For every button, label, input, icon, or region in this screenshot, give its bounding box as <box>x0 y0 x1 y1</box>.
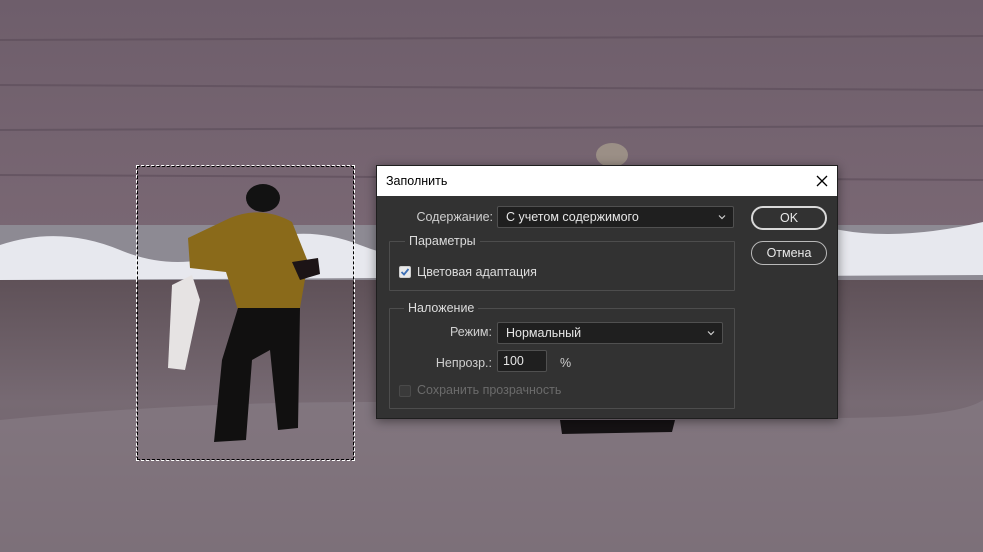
ok-button[interactable]: OK <box>751 206 827 230</box>
opacity-label: Непрозр.: <box>435 356 492 370</box>
content-label: Содержание: <box>416 210 493 224</box>
check-icon <box>400 268 410 276</box>
color-adaptation-checkbox[interactable] <box>399 266 411 278</box>
opacity-input[interactable]: 100 <box>497 350 547 372</box>
options-legend: Параметры <box>405 234 480 248</box>
preserve-transparency-label[interactable]: Сохранить прозрачность <box>417 383 561 397</box>
opacity-unit: % <box>560 356 572 370</box>
mode-select[interactable]: Нормальный <box>497 322 723 344</box>
preserve-transparency-checkbox[interactable] <box>399 385 411 397</box>
mode-select-value: Нормальный <box>506 326 582 340</box>
chevron-down-icon <box>718 215 726 220</box>
blending-legend: Наложение <box>404 301 479 315</box>
dialog-titlebar[interactable]: Заполнить <box>377 166 837 196</box>
close-button[interactable] <box>807 166 837 196</box>
marquee-selection[interactable] <box>136 165 355 461</box>
cancel-button[interactable]: Отмена <box>751 241 827 265</box>
mode-label: Режим: <box>449 325 492 339</box>
close-icon <box>816 175 828 187</box>
color-adaptation-label[interactable]: Цветовая адаптация <box>417 265 537 279</box>
content-select[interactable]: С учетом содержимого <box>497 206 734 228</box>
content-select-value: С учетом содержимого <box>506 210 639 224</box>
fill-dialog: Заполнить Содержание: С учетом содержимо… <box>376 165 838 419</box>
chevron-down-icon <box>707 331 715 336</box>
dialog-title: Заполнить <box>386 174 448 188</box>
